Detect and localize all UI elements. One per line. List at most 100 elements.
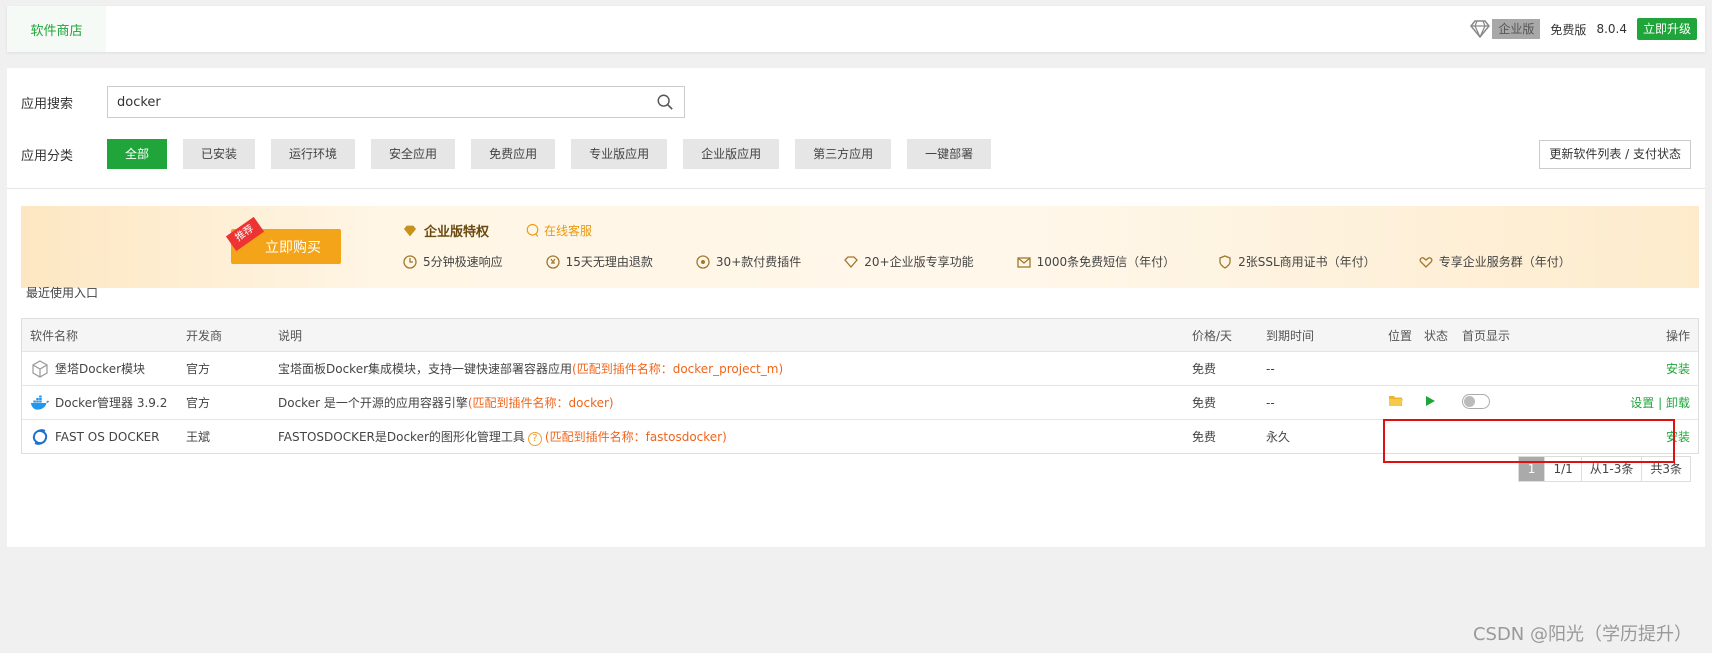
- enterprise-privileges-label: 企业版特权: [424, 225, 490, 240]
- category-list: 全部 已安装 运行环境 安全应用 免费应用 专业版应用 企业版应用 第三方应用 …: [107, 139, 992, 169]
- upgrade-button[interactable]: 立即升级: [1636, 18, 1697, 40]
- top-bar-right: 企业版 免费版 8.0.4 立即升级: [1468, 6, 1697, 52]
- feature-item: 2张SSL商用证书（年付）: [1217, 253, 1376, 270]
- expire: --: [1266, 395, 1275, 410]
- price: 免费: [1192, 396, 1217, 410]
- online-service-link[interactable]: 在线客服: [525, 222, 592, 239]
- highlight-box: [1383, 419, 1675, 463]
- feature-label: 专享企业服务群（年付）: [1438, 255, 1571, 269]
- feature-label: 30+款付费插件: [715, 255, 802, 269]
- search-input[interactable]: [108, 87, 648, 117]
- header-desc: 说明: [278, 328, 303, 343]
- description-text: 宝塔面板Docker集成模块，支持一键快速部署容器应用: [278, 362, 573, 376]
- category-third-party[interactable]: 第三方应用: [795, 139, 892, 169]
- software-name: FAST OS DOCKER: [55, 429, 160, 444]
- category-security[interactable]: 安全应用: [371, 139, 456, 169]
- fastos-icon: [32, 428, 48, 445]
- folder-icon[interactable]: [1388, 394, 1404, 408]
- expire: 永久: [1266, 430, 1291, 444]
- category-one-click[interactable]: 一键部署: [907, 139, 992, 169]
- description-text: FASTOSDOCKER是Docker的图形化管理工具: [278, 429, 525, 444]
- heart-icon: [1419, 256, 1433, 268]
- category-label: 应用分类: [21, 148, 74, 164]
- search-box: [107, 86, 685, 118]
- play-icon[interactable]: [1424, 395, 1436, 407]
- status-cell: [1424, 395, 1462, 410]
- refund-icon: [545, 254, 560, 269]
- header-name: 软件名称: [30, 328, 79, 343]
- diamond-outline-icon: [844, 255, 859, 268]
- op-separator: |: [1658, 396, 1663, 410]
- free-edition-label: 免费版: [1550, 22, 1587, 37]
- position-cell: [1388, 394, 1424, 411]
- divider: [7, 188, 1705, 189]
- main-panel: 应用搜索 应用分类 全部 已安装 运行环境 安全应用 免费应用 专业版应用 企业…: [7, 68, 1705, 547]
- tab-software-store[interactable]: 软件商店: [7, 6, 106, 52]
- feature-item: 30+款付费插件: [695, 253, 801, 270]
- feature-label: 2张SSL商用证书（年付）: [1238, 255, 1376, 269]
- table-row: Docker管理器 3.9.2 官方 Docker 是一个开源的应用容器引擎(匹…: [22, 385, 1698, 419]
- ssl-shield-icon: [1219, 254, 1231, 269]
- top-bar: 软件商店 企业版 免费版 8.0.4 立即升级: [7, 6, 1705, 52]
- search-icon[interactable]: [656, 93, 674, 111]
- install-button[interactable]: 安装: [1666, 362, 1690, 376]
- watermark: CSDN @阳光（学历提升）: [1472, 624, 1692, 645]
- category-row: 应用分类 全部 已安装 运行环境 安全应用 免费应用 专业版应用 企业版应用 第…: [21, 139, 992, 169]
- software-name-cell: Docker管理器 3.9.2: [22, 393, 186, 413]
- description: Docker 是一个开源的应用容器引擎(匹配到插件名称：docker): [278, 394, 1192, 411]
- description-text: Docker 是一个开源的应用容器引擎: [278, 396, 468, 410]
- home-display-toggle[interactable]: [1462, 393, 1490, 409]
- match-text: (匹配到插件名称：docker_project_m): [572, 362, 784, 376]
- header-dev: 开发商: [186, 328, 223, 343]
- enterprise-privileges-title: 企业版特权: [402, 221, 489, 240]
- recent-entries-label: 最近使用入口: [26, 286, 99, 300]
- feature-label: 15天无理由退款: [565, 255, 653, 269]
- feature-label: 20+企业版专享功能: [864, 255, 974, 269]
- home-cell: [1462, 393, 1572, 412]
- docker-icon: [30, 395, 50, 410]
- clock-icon: [403, 254, 417, 269]
- header-price: 价格/天: [1192, 328, 1233, 343]
- feature-item: 20+企业版专享功能: [843, 253, 974, 270]
- header-position: 位置: [1388, 328, 1413, 343]
- settings-button[interactable]: 设置: [1630, 396, 1654, 410]
- price: 免费: [1192, 362, 1217, 376]
- plugin-icon: [696, 254, 710, 269]
- software-name-cell: 堡塔Docker模块: [22, 359, 186, 379]
- version-label: 8.0.4: [1596, 22, 1627, 36]
- toggle-knob: [1464, 395, 1475, 407]
- feature-item: 专享企业服务群（年付）: [1418, 253, 1571, 270]
- software-name: 堡塔Docker模块: [55, 362, 146, 376]
- expire: --: [1266, 361, 1275, 376]
- category-installed[interactable]: 已安装: [183, 139, 256, 169]
- description: 宝塔面板Docker集成模块，支持一键快速部署容器应用(匹配到插件名称：dock…: [278, 360, 1192, 377]
- category-all[interactable]: 全部: [107, 139, 168, 169]
- edition-badge[interactable]: 企业版: [1468, 17, 1541, 41]
- feature-item: 15天无理由退款: [545, 253, 653, 270]
- developer: 官方: [186, 362, 211, 376]
- edition-label: 企业版: [1492, 19, 1541, 39]
- search-label: 应用搜索: [21, 96, 74, 112]
- chat-icon: [526, 223, 539, 237]
- enterprise-banner: 立即购买 推荐 企业版特权 在线客服 5分钟极速响应 15天无理由退款 30+款…: [21, 206, 1699, 288]
- online-service-label: 在线客服: [544, 224, 593, 238]
- feature-item: 5分钟极速响应: [402, 253, 503, 270]
- refresh-software-list-button[interactable]: 更新软件列表 / 支付状态: [1539, 140, 1691, 169]
- cube-icon: [32, 359, 48, 378]
- developer: 王斌: [186, 430, 211, 444]
- table-row: 堡塔Docker模块 官方 宝塔面板Docker集成模块，支持一键快速部署容器应…: [22, 351, 1698, 385]
- feature-item: 1000条免费短信（年付）: [1016, 253, 1175, 270]
- op-cell: 设置 | 卸载: [1572, 394, 1698, 411]
- uninstall-button[interactable]: 卸载: [1666, 396, 1690, 410]
- help-icon[interactable]: ?: [527, 431, 542, 446]
- header-op: 操作: [1665, 328, 1690, 343]
- category-free[interactable]: 免费应用: [471, 139, 556, 169]
- category-enterprise[interactable]: 企业版应用: [683, 139, 780, 169]
- search-row: 应用搜索: [21, 86, 685, 118]
- category-pro[interactable]: 专业版应用: [571, 139, 668, 169]
- category-runtime[interactable]: 运行环境: [271, 139, 356, 169]
- price: 免费: [1192, 430, 1217, 444]
- table-header: 软件名称 开发商 说明 价格/天 到期时间 位置 状态 首页显示 操作: [22, 319, 1698, 351]
- developer: 官方: [186, 396, 211, 410]
- match-text: (匹配到插件名称：docker): [467, 396, 614, 410]
